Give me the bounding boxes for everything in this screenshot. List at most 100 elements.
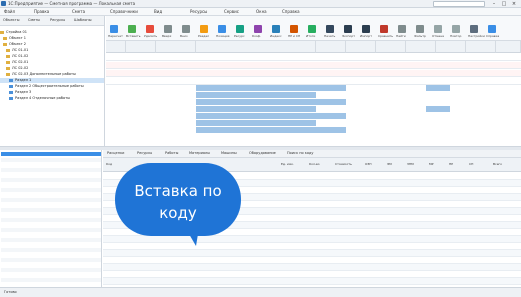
totals-icon[interactable] (308, 25, 316, 33)
list-item[interactable] (1, 218, 101, 222)
tab-machines[interactable]: Машины (221, 151, 237, 155)
list-item[interactable] (1, 258, 101, 262)
insert-icon[interactable] (128, 25, 136, 33)
list-item[interactable] (1, 163, 101, 167)
table-row[interactable] (106, 62, 521, 69)
list-item[interactable] (1, 278, 101, 282)
list-item[interactable] (1, 208, 101, 212)
menu-item[interactable]: Файл (4, 9, 15, 14)
tab-materials[interactable]: Материалы (189, 151, 210, 155)
section-row[interactable] (196, 99, 316, 105)
tab-equipment[interactable]: Оборудование (249, 151, 276, 155)
column-header[interactable] (106, 41, 126, 53)
list-item[interactable] (1, 248, 101, 252)
tab-objects[interactable]: Объекты (3, 18, 19, 22)
recalc-icon[interactable] (110, 25, 118, 33)
column-header[interactable] (346, 41, 376, 53)
table-row[interactable] (103, 257, 521, 264)
column-header[interactable] (196, 41, 316, 53)
undo-icon[interactable] (434, 25, 442, 33)
list-item[interactable] (1, 273, 101, 277)
tab-resources[interactable]: Ресурсы (137, 151, 152, 155)
redo-icon[interactable] (452, 25, 460, 33)
section-row[interactable] (196, 92, 316, 98)
tree-item[interactable]: Объект 1 (0, 36, 104, 41)
list-item[interactable] (1, 223, 101, 227)
section-row[interactable] (196, 113, 316, 119)
section-row[interactable] (196, 85, 316, 91)
list-item[interactable] (1, 193, 101, 197)
column-header[interactable] (496, 41, 521, 53)
column-header[interactable]: ЭМ (387, 162, 392, 166)
column-header[interactable] (126, 41, 156, 53)
tree-item[interactable]: ЛС 02-03 Дополнительные работы (0, 72, 104, 77)
tree-item[interactable]: ЛС 01-01 (0, 48, 104, 53)
column-header[interactable]: НР (449, 162, 453, 166)
close-icon[interactable]: × (509, 0, 519, 8)
section-icon[interactable] (200, 25, 208, 33)
list-item[interactable] (1, 263, 101, 267)
tab-estimates[interactable]: Сметы (28, 18, 40, 22)
column-header[interactable] (316, 41, 346, 53)
tree-item[interactable]: ЛС 02-01 (0, 60, 104, 65)
list-item[interactable] (1, 268, 101, 272)
list-item[interactable] (1, 228, 101, 232)
column-header[interactable]: СП (469, 162, 473, 166)
column-header[interactable]: Ед. изм. (281, 162, 294, 166)
list-item[interactable] (1, 178, 101, 182)
menu-item[interactable]: Вид (154, 9, 162, 14)
list-item[interactable] (1, 183, 101, 187)
table-row[interactable] (103, 278, 521, 285)
list-item[interactable] (1, 233, 101, 237)
tab-resources[interactable]: Ресурсы (50, 18, 65, 22)
tree-item[interactable]: ЛС 02-02 (0, 66, 104, 71)
table-row[interactable] (106, 78, 521, 85)
tab-rates[interactable]: Расценки (107, 151, 124, 155)
list-item[interactable] (1, 198, 101, 202)
table-row[interactable] (103, 271, 521, 278)
position-icon[interactable] (218, 25, 226, 33)
section-row[interactable] (196, 106, 316, 112)
tree-item[interactable]: ЛС 01-02 (0, 54, 104, 59)
table-row[interactable] (103, 250, 521, 257)
column-header[interactable]: Всего (493, 162, 502, 166)
filter-icon[interactable] (416, 25, 424, 33)
column-header[interactable]: Стоимость (335, 162, 352, 166)
list-item[interactable] (1, 173, 101, 177)
tree-item[interactable]: Раздел 3 (0, 90, 104, 95)
coefficient-icon[interactable] (254, 25, 262, 33)
menu-item[interactable]: Справка (282, 9, 300, 14)
index-icon[interactable] (272, 25, 280, 33)
find-icon[interactable] (398, 25, 406, 33)
tab-templates[interactable]: Шаблоны (74, 18, 91, 22)
table-row[interactable] (103, 236, 521, 243)
list-item[interactable] (1, 253, 101, 257)
maximize-icon[interactable]: □ (499, 0, 509, 8)
table-row[interactable] (103, 264, 521, 271)
menu-item[interactable]: Сервис (224, 9, 239, 14)
column-header[interactable] (156, 41, 196, 53)
print-icon[interactable] (326, 25, 334, 33)
export-icon[interactable] (344, 25, 352, 33)
menu-item[interactable]: Смета (72, 9, 85, 14)
menu-item[interactable]: Правка (34, 9, 49, 14)
column-header[interactable]: Кол-во (309, 162, 320, 166)
list-item[interactable] (1, 168, 101, 172)
column-header[interactable]: ЗПМ (407, 162, 414, 166)
column-header[interactable] (376, 41, 406, 53)
column-header[interactable]: МР (429, 162, 433, 166)
help-icon[interactable] (488, 25, 496, 33)
estimate-grid[interactable] (106, 41, 521, 146)
minimize-icon[interactable]: – (489, 0, 499, 8)
table-row[interactable] (106, 54, 521, 61)
delete-icon[interactable] (146, 25, 154, 33)
tree-item[interactable]: Объект 2 (0, 42, 104, 47)
section-row[interactable] (196, 127, 316, 133)
tree-item[interactable]: Раздел 4 Отделочные работы (0, 96, 104, 101)
tab-search-by-code[interactable]: Поиск по коду (287, 151, 314, 155)
settings-icon[interactable] (470, 25, 478, 33)
search-input[interactable] (433, 1, 485, 7)
table-row[interactable] (103, 243, 521, 250)
list-item[interactable] (1, 158, 101, 162)
tree-item-selected[interactable]: Раздел 1 (0, 78, 104, 83)
